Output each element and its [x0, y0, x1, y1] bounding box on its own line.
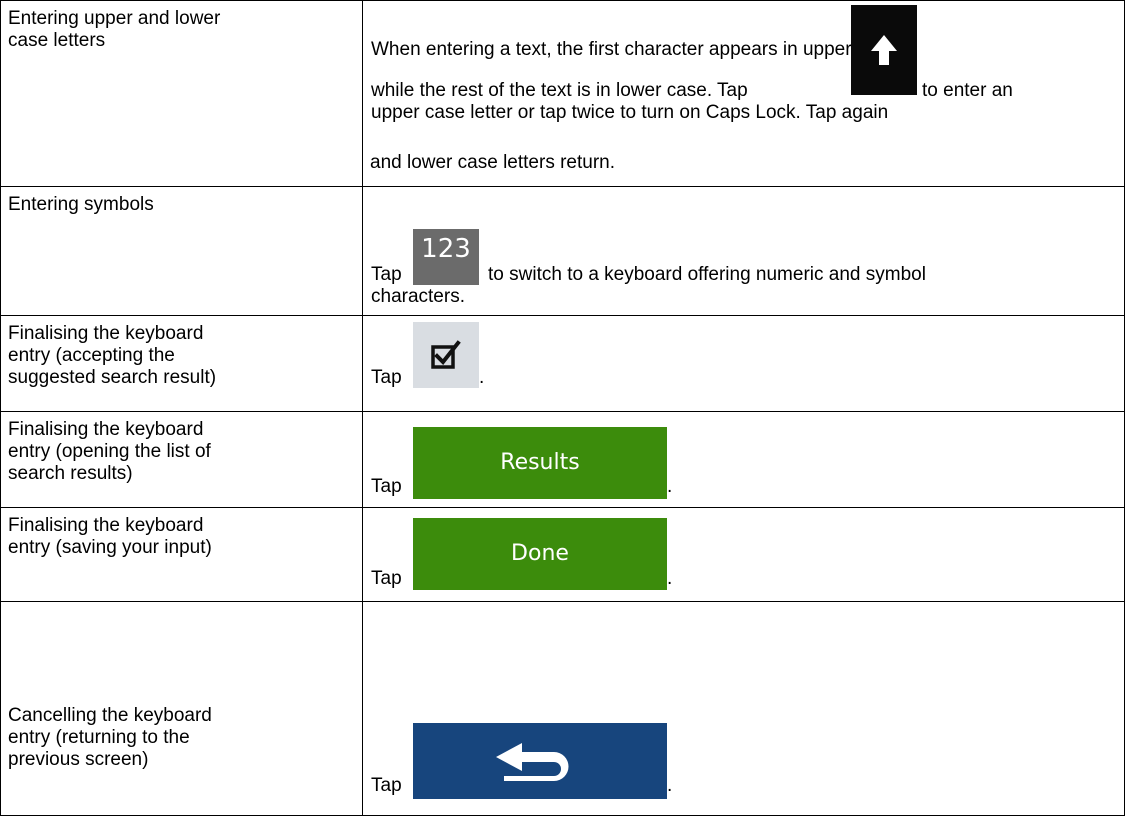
desc-text: while the rest of the text is in lower c…: [371, 80, 748, 101]
row-label-cell: Entering upper and lower case letters: [0, 0, 363, 186]
results-button: Results: [413, 427, 667, 499]
tap-text: Tap: [371, 367, 402, 388]
tap-text: Tap: [371, 476, 402, 497]
row-label-cell: Finalising the keyboard entry (accepting…: [0, 315, 363, 411]
desc-text: upper case letter or tap twice to turn o…: [371, 102, 889, 123]
desc-text: to enter an: [922, 80, 1013, 101]
tap-text: Tap: [371, 264, 402, 285]
row-label-cell: Finalising the keyboard entry (opening t…: [0, 411, 363, 507]
numeric-keyboard-icon: 123: [413, 229, 479, 285]
tap-text: Tap: [371, 775, 402, 796]
done-button: Done: [413, 518, 667, 590]
up-arrow-icon: [851, 5, 917, 95]
end-text: .: [667, 476, 673, 497]
end-text: .: [667, 568, 673, 589]
row-desc-cell: Tap Done .: [362, 507, 1125, 601]
desc-text: characters.: [371, 286, 465, 307]
row-label: Finalising the keyboard entry (opening t…: [8, 419, 211, 484]
row-desc-cell: Tap .: [362, 315, 1125, 411]
row-label-cell: Entering symbols: [0, 186, 363, 315]
desc-text: to switch to a keyboard offering numeric…: [488, 264, 926, 285]
row-label: Cancelling the keyboard entry (returning…: [8, 705, 212, 770]
end-text: .: [667, 775, 673, 796]
row-label: Finalising the keyboard entry (saving yo…: [8, 515, 212, 558]
end-text: .: [479, 367, 485, 388]
row-desc-cell: Tap 123 to switch to a keyboard offering…: [362, 186, 1125, 315]
tap-text: Tap: [371, 568, 402, 589]
row-label: Entering upper and lower case letters: [8, 8, 221, 51]
back-arrow-icon: [413, 723, 667, 799]
checkbox-icon: [413, 322, 479, 388]
row-label-cell: Finalising the keyboard entry (saving yo…: [0, 507, 363, 601]
row-label: Finalising the keyboard entry (accepting…: [8, 323, 217, 388]
row-desc-cell: Tap .: [362, 601, 1125, 816]
row-desc-cell: Tap Results .: [362, 411, 1125, 507]
row-label-cell: Cancelling the keyboard entry (returning…: [0, 601, 363, 816]
desc-text: and lower case letters return.: [370, 152, 616, 173]
row-label: Entering symbols: [8, 194, 154, 215]
keyboard-help-table: Entering upper and lower case letters Wh…: [0, 0, 1125, 816]
desc-text: When entering a text, the first characte…: [371, 39, 897, 60]
